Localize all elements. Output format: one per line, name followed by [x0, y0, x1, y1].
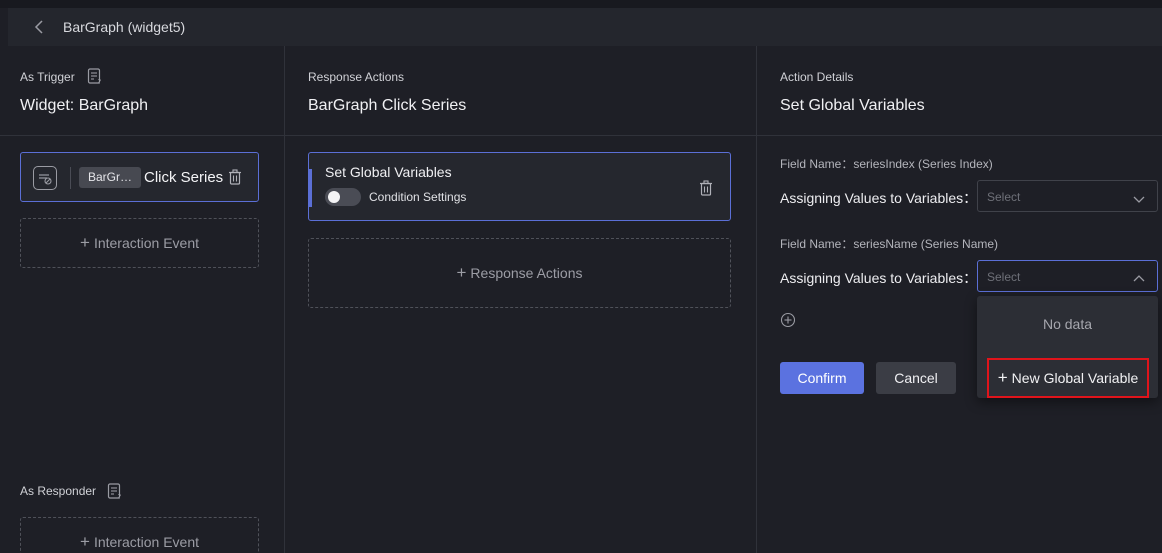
trigger-widget-title: Widget: BarGraph	[20, 97, 149, 114]
condition-settings-label: Condition Settings	[369, 190, 467, 204]
document-help-icon[interactable]: ?	[107, 483, 123, 501]
confirm-button[interactable]: Confirm	[780, 362, 864, 394]
page-title: BarGraph (widget5)	[63, 19, 186, 35]
response-title: BarGraph Click Series	[308, 97, 467, 114]
delete-action-icon[interactable]	[699, 180, 713, 196]
select-placeholder: Select	[987, 270, 1021, 284]
no-data-text: No data	[1042, 316, 1093, 332]
trigger-event-card[interactable]: BarGr… Click Series	[20, 152, 259, 202]
new-global-variable-button[interactable]: + New Global Variable	[987, 358, 1149, 398]
window-frame	[0, 0, 1162, 8]
new-global-variable-label: New Global Variable	[1011, 370, 1139, 386]
response-actions-label: Response Actions	[308, 70, 405, 84]
select-placeholder: Select	[987, 190, 1021, 204]
selected-accent-bar	[309, 169, 312, 207]
chevron-down-icon	[1133, 191, 1145, 203]
add-response-action-label: Response Actions	[470, 265, 583, 281]
widget-chip: BarGr…	[79, 167, 141, 188]
add-responder-event-label: Interaction Event	[93, 534, 199, 550]
details-title: Set Global Variables	[780, 97, 925, 114]
field-name-series-index: Field Name：seriesIndex (Series Index)	[780, 157, 993, 171]
add-responder-event-button[interactable]: + Interaction Event	[20, 517, 259, 553]
svg-text:?: ?	[118, 493, 122, 500]
plus-icon: +	[80, 233, 90, 252]
add-circle-icon[interactable]	[780, 312, 796, 328]
action-card-title: Set Global Variables	[325, 164, 452, 180]
header-bar: BarGraph (widget5)	[8, 8, 1162, 46]
trigger-panel	[0, 46, 284, 553]
document-help-icon[interactable]: ?	[87, 68, 103, 86]
plus-icon: +	[80, 532, 90, 551]
field-name-series-name: Field Name：seriesName (Series Name)	[780, 237, 999, 251]
as-responder-label: As Responder	[20, 484, 97, 498]
plus-icon: +	[456, 263, 467, 282]
chevron-left-icon[interactable]	[32, 18, 48, 36]
assign-label-series-name: Assigning Values to Variables：	[780, 270, 978, 286]
chevron-up-icon	[1133, 271, 1145, 282]
card-divider	[70, 167, 71, 189]
add-interaction-event-button[interactable]: + Interaction Event	[20, 218, 259, 268]
event-filter-icon	[33, 166, 57, 190]
condition-toggle[interactable]	[325, 188, 361, 206]
assign-label-series-index: Assigning Values to Variables：	[780, 190, 978, 206]
plus-icon: +	[997, 368, 1008, 387]
variable-select-series-name[interactable]: Select	[977, 260, 1158, 292]
variable-select-series-index[interactable]: Select	[977, 180, 1158, 212]
trigger-event-name: Click Series	[144, 169, 224, 186]
action-details-label: Action Details	[780, 70, 854, 84]
add-response-action-button[interactable]: + Response Actions	[308, 238, 731, 308]
action-card-set-global-variables[interactable]: Set Global Variables Condition Settings	[308, 152, 731, 221]
delete-trigger-icon[interactable]	[228, 169, 242, 185]
as-trigger-label: As Trigger	[20, 70, 75, 84]
svg-text:?: ?	[98, 78, 102, 85]
toggle-knob	[328, 191, 340, 203]
add-interaction-event-label: Interaction Event	[93, 235, 199, 251]
cancel-button[interactable]: Cancel	[876, 362, 956, 394]
